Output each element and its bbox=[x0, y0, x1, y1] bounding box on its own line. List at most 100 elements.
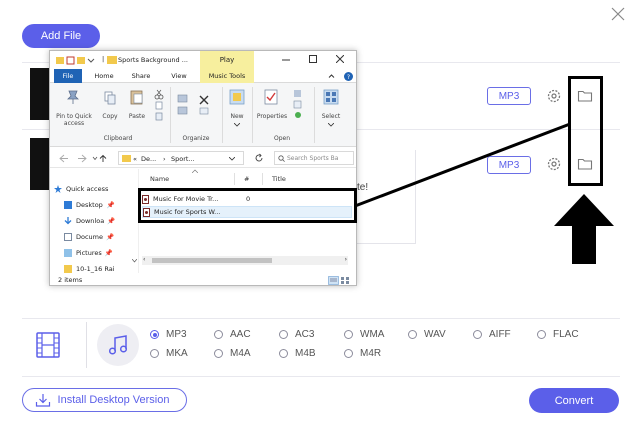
format-option-wav[interactable]: WAV bbox=[408, 329, 446, 340]
desktop-icon bbox=[64, 201, 72, 209]
format-option-ac3[interactable]: AC3 bbox=[279, 329, 314, 340]
document-icon bbox=[64, 233, 72, 241]
annotation-arrow-icon bbox=[554, 194, 614, 264]
format-option-flac[interactable]: FLAC bbox=[537, 329, 579, 340]
convert-button[interactable]: Convert bbox=[529, 388, 619, 413]
clipboard-group-label: Clipboard bbox=[103, 135, 133, 142]
tab-home[interactable]: Home bbox=[88, 69, 120, 83]
search-placeholder: Search Sports Ba bbox=[287, 154, 339, 162]
scroll-right-icon[interactable]: › bbox=[345, 256, 347, 263]
breadcrumb-overflow: « bbox=[133, 155, 137, 163]
format-option-m4a[interactable]: M4A bbox=[214, 348, 251, 359]
tab-file[interactable]: File bbox=[54, 69, 82, 83]
chevron-down-icon[interactable] bbox=[229, 157, 235, 161]
horizontal-scrollbar[interactable]: ‹ › bbox=[142, 256, 348, 265]
nav-item-documents[interactable]: Docume 📌 bbox=[64, 231, 114, 243]
nav-label: Quick access bbox=[66, 185, 109, 193]
breadcrumb-part[interactable]: De... bbox=[141, 155, 156, 163]
close-icon[interactable] bbox=[610, 6, 626, 22]
pin-icon: 📌 bbox=[106, 201, 115, 209]
sort-ascending-icon bbox=[192, 169, 198, 173]
nav-item-pictures[interactable]: Pictures 📌 bbox=[64, 247, 113, 259]
background-dialog-text: te! bbox=[357, 182, 369, 193]
select-button[interactable]: Select bbox=[318, 113, 344, 120]
breadcrumb-separator: › bbox=[163, 155, 166, 163]
close-window-icon[interactable] bbox=[336, 55, 344, 63]
open-group-label: Open bbox=[273, 135, 291, 142]
format-option-mp3[interactable]: MP3 bbox=[150, 329, 187, 340]
window-title: Sports Background ... bbox=[118, 56, 188, 64]
paste-button[interactable]: Paste bbox=[126, 113, 148, 120]
star-icon bbox=[54, 185, 62, 193]
chevron-down-icon bbox=[328, 123, 334, 127]
column-header-name[interactable]: Name bbox=[150, 175, 169, 183]
nav-item-downloads[interactable]: Downloa 📌 bbox=[64, 215, 115, 227]
pin-to-quick-access-button[interactable]: Pin to Quick access bbox=[52, 113, 96, 127]
download-icon bbox=[64, 217, 72, 225]
tab-view[interactable]: View bbox=[164, 69, 194, 83]
settings-gear-icon[interactable] bbox=[546, 156, 562, 172]
properties-button[interactable]: Properties bbox=[254, 113, 290, 120]
video-format-icon[interactable] bbox=[36, 332, 60, 358]
column-header-number[interactable]: # bbox=[244, 175, 249, 183]
column-header-title[interactable]: Title bbox=[272, 175, 286, 183]
format-option-aiff[interactable]: AIFF bbox=[473, 329, 511, 340]
format-label: M4R bbox=[360, 348, 382, 359]
format-option-mka[interactable]: MKA bbox=[150, 348, 188, 359]
open-options-icons[interactable] bbox=[293, 89, 303, 119]
ribbon-separator bbox=[252, 87, 253, 143]
scrollbar-thumb[interactable] bbox=[152, 258, 272, 263]
nav-label: Pictures bbox=[76, 249, 102, 257]
format-option-aac[interactable]: AAC bbox=[214, 329, 251, 340]
install-label: Install Desktop Version bbox=[57, 394, 170, 406]
folder-icon bbox=[64, 265, 72, 273]
format-label: AC3 bbox=[295, 329, 315, 340]
format-label: WMA bbox=[360, 329, 385, 340]
scroll-left-icon[interactable]: ‹ bbox=[143, 256, 145, 263]
format-option-m4r[interactable]: M4R bbox=[344, 348, 381, 359]
add-file-button[interactable]: Add File bbox=[22, 24, 100, 48]
pin-icon bbox=[67, 90, 79, 104]
minimize-icon[interactable] bbox=[282, 56, 290, 64]
tab-share[interactable]: Share bbox=[126, 69, 156, 83]
output-format-badge[interactable]: MP3 bbox=[487, 156, 531, 174]
view-toggle-icons[interactable] bbox=[328, 276, 352, 285]
pin-icon: 📌 bbox=[107, 217, 116, 225]
settings-gear-icon[interactable] bbox=[546, 88, 562, 104]
radio-dot bbox=[279, 330, 288, 339]
address-input[interactable]: « De... › Sport... bbox=[118, 151, 244, 165]
nav-arrows-icon[interactable] bbox=[58, 154, 108, 163]
chevron-down-icon bbox=[234, 123, 240, 127]
quick-access-toolbar-icon[interactable] bbox=[56, 56, 96, 65]
ribbon-collapse-icon[interactable] bbox=[328, 73, 335, 80]
svg-text:?: ? bbox=[347, 74, 350, 81]
video-thumbnail bbox=[30, 138, 50, 190]
nav-scroll-down-icon[interactable] bbox=[131, 257, 138, 265]
maximize-icon[interactable] bbox=[309, 55, 317, 63]
nav-label: 10-1_16 Rai bbox=[76, 265, 115, 273]
format-option-wma[interactable]: WMA bbox=[344, 329, 384, 340]
help-icon[interactable]: ? bbox=[344, 72, 353, 81]
tab-music-tools[interactable]: Music Tools bbox=[200, 69, 254, 83]
refresh-icon[interactable] bbox=[254, 153, 264, 163]
audio-format-tab[interactable] bbox=[97, 324, 139, 366]
panel-divider bbox=[22, 318, 620, 319]
status-bar: 2 items bbox=[50, 273, 356, 285]
column-divider bbox=[262, 173, 263, 185]
nav-item-desktop[interactable]: Desktop 📌 bbox=[64, 199, 115, 211]
search-input[interactable]: Search Sports Ba bbox=[274, 151, 354, 165]
organize-group-label: Organize bbox=[182, 135, 210, 142]
breadcrumb-part[interactable]: Sport... bbox=[171, 155, 195, 163]
nav-label: Downloa bbox=[76, 217, 105, 225]
format-option-m4b[interactable]: M4B bbox=[279, 348, 316, 359]
nav-item-quick-access[interactable]: Quick access bbox=[54, 183, 108, 195]
install-desktop-button[interactable]: Install Desktop Version bbox=[22, 388, 187, 412]
radio-dot bbox=[279, 349, 288, 358]
copy-button[interactable]: Copy bbox=[100, 113, 120, 120]
organize-icons[interactable] bbox=[176, 91, 216, 121]
cut-copy-path-icons[interactable] bbox=[154, 89, 164, 123]
output-format-badge[interactable]: MP3 bbox=[487, 87, 531, 105]
ribbon-tabs: File Home Share View Music Tools ? bbox=[50, 69, 356, 83]
address-bar-row: « De... › Sport... Search Sports Ba bbox=[50, 148, 356, 168]
new-button[interactable]: New bbox=[227, 113, 247, 120]
